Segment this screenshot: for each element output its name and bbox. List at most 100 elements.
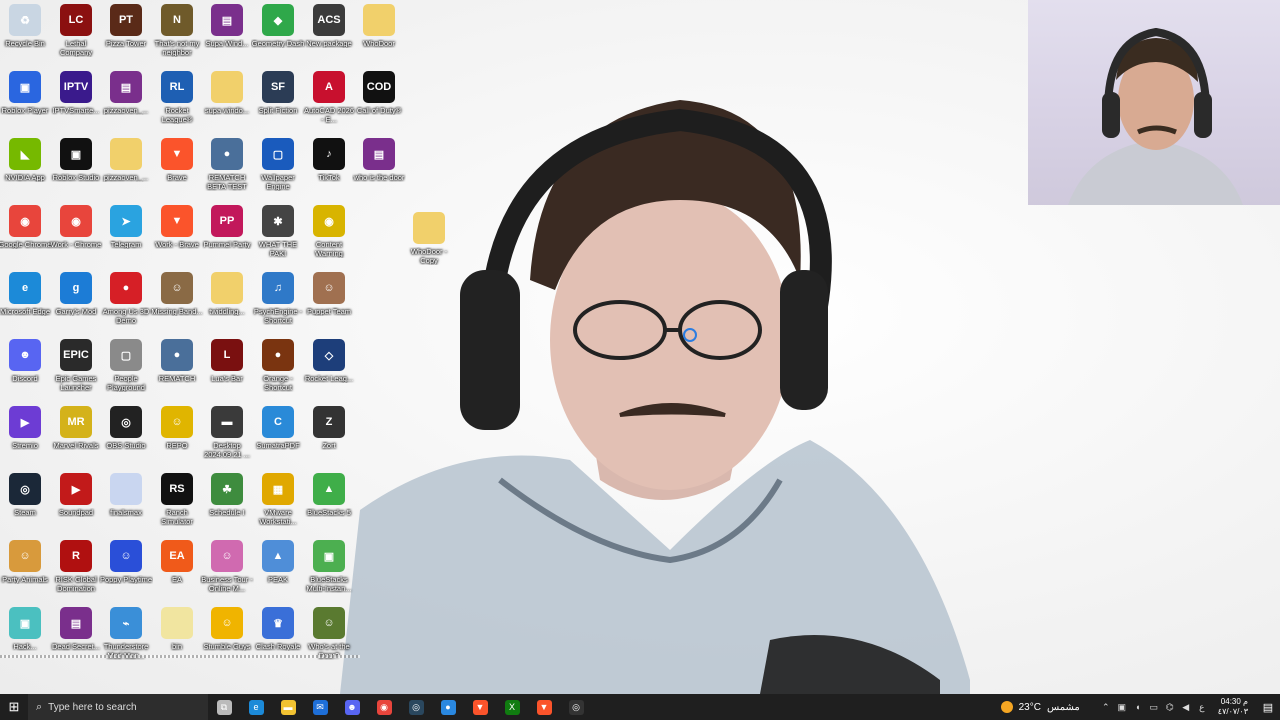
desktop-icon[interactable]: bin: [152, 605, 202, 671]
desktop-icon[interactable]: Z Zort: [304, 404, 354, 470]
desktop-icon[interactable]: ▲ BlueStacks 5: [304, 471, 354, 537]
game-icon: ☺: [211, 540, 243, 572]
desktop-icon[interactable]: twiddling...: [202, 270, 252, 336]
desktop-icon[interactable]: ☺Who's at the Door?: [304, 605, 354, 671]
desktop-icon[interactable]: ⌁Thunderstore Mod Man...: [101, 605, 151, 671]
desktop-icon[interactable]: ➤ Telegram: [101, 203, 151, 269]
taskbar-file-explorer-button[interactable]: ▬: [272, 694, 304, 720]
desktop-icon[interactable]: ▣ Roblox Studio: [51, 136, 101, 202]
desktop-icon[interactable]: MR Marvel Rivals: [51, 404, 101, 470]
start-button[interactable]: ⊞: [0, 694, 28, 720]
desktop-icon[interactable]: N That's not my neighbor: [152, 2, 202, 68]
desktop-icon[interactable]: ♛ Clash Royale: [253, 605, 303, 671]
desktop-icon[interactable]: ▣ Hack...: [0, 605, 50, 671]
desktop-icon[interactable]: ▼ Work - Brave: [152, 203, 202, 269]
desktop-icon[interactable]: ☻ Discord: [0, 337, 50, 403]
desktop-icon[interactable]: ▤ pizzaoven_...: [101, 69, 151, 135]
desktop-icon[interactable]: ▲ PEAK: [253, 538, 303, 604]
desktop-icon[interactable]: R RISK Global Domination: [51, 538, 101, 604]
desktop-icon[interactable]: ☺ Missing Band...: [151, 270, 203, 336]
desktop-icon[interactable]: ● Orange - Shortcut: [253, 337, 303, 403]
desktop-icon[interactable]: ▬ Desktop 2024.09.21 ...: [202, 404, 252, 470]
taskbar-search-box[interactable]: ⌕ Type here to search: [28, 694, 208, 720]
desktop-icon[interactable]: ☺ REPO: [152, 404, 202, 470]
desktop-icon[interactable]: ☺ Business Tour - Online M...: [201, 538, 253, 604]
desktop-icon[interactable]: finalsmax: [101, 471, 151, 537]
desktop-icon[interactable]: ♫ PsychEngine - Shortcut: [253, 270, 303, 336]
taskbar-task-view-button[interactable]: ⧉: [208, 694, 240, 720]
desktop-icon[interactable]: L Lua's Bar: [202, 337, 252, 403]
desktop-icon[interactable]: ☺ Poppy Playtime: [100, 538, 152, 604]
desktop-icon[interactable]: ▢ People Playground: [101, 337, 151, 403]
desktop-icon-label: Puppet Team: [306, 307, 352, 316]
taskbar-chrome-button[interactable]: ◉: [368, 694, 400, 720]
desktop-icon[interactable]: ● REMATCH: [152, 337, 202, 403]
desktop-icon[interactable]: ☺ Party Animals: [0, 538, 50, 604]
desktop-icon[interactable]: COD Call of Duty®: [354, 69, 404, 135]
desktop-icon[interactable]: ● Among Us 3D Demo: [101, 270, 151, 336]
desktop-icon[interactable]: ▣ Roblox Player: [0, 69, 50, 135]
camera-icon[interactable]: ▣: [1114, 702, 1130, 713]
taskbar-brave-work-button[interactable]: ▼: [528, 694, 560, 720]
clock[interactable]: 04:30 م ٤٧/٠٧/٠٣: [1218, 697, 1248, 717]
desktop-icon[interactable]: ▦ VMware Workstati...: [253, 471, 303, 537]
volume-icon[interactable]: ◀: [1178, 702, 1194, 713]
desktop-icon[interactable]: ◉ Content Warning: [304, 203, 354, 269]
desktop-icon[interactable]: ◉ Google Chrome: [0, 203, 51, 269]
desktop-icon[interactable]: supa windo...: [202, 69, 252, 135]
desktop-icon[interactable]: ◉ Work - Chrome: [51, 203, 101, 269]
taskbar-obs-button[interactable]: ◎: [560, 694, 592, 720]
taskbar-xbox-button[interactable]: X: [496, 694, 528, 720]
desktop-icon[interactable]: A AutoCAD 2026 - E...: [304, 69, 354, 135]
desktop-icon[interactable]: RS Ranch Simulator: [152, 471, 202, 537]
desktop-icon[interactable]: ☺ Stumble Guys: [202, 605, 252, 671]
microphone-icon[interactable]: ◖: [1130, 702, 1146, 712]
desktop-icon[interactable]: ▶ Soundpad: [51, 471, 101, 537]
desktop-icon[interactable]: ▼ Brave: [152, 136, 202, 202]
desktop-icon[interactable]: ◇ Rocket Leag...: [304, 337, 354, 403]
language-indicator[interactable]: ع: [1194, 702, 1210, 713]
desktop-icon[interactable]: ▤ Dead Secret...: [51, 605, 101, 671]
taskbar-discord-button[interactable]: ☻: [336, 694, 368, 720]
desktop-icon[interactable]: ◎ Steam: [0, 471, 50, 537]
desktop-icon[interactable]: ▢ Wallpaper Engine: [253, 136, 303, 202]
chevron-up-icon[interactable]: ⌃: [1098, 702, 1114, 713]
desktop-icon[interactable]: ☺ Puppet Team: [304, 270, 354, 336]
display-icon[interactable]: ▭: [1146, 702, 1162, 713]
desktop-icon[interactable]: PP Pummel Party: [202, 203, 252, 269]
desktop-icon[interactable]: ▤ who is the door: [354, 136, 404, 202]
desktop-icon[interactable]: ▶ Stremio: [0, 404, 50, 470]
desktop-icon[interactable]: ✱ WHAT THE PAKI: [253, 203, 303, 269]
desktop-icon[interactable]: PT Pizza Tower: [101, 2, 151, 68]
taskbar-app-button[interactable]: ●: [432, 694, 464, 720]
desktop-icon[interactable]: IPTV IPTVSmarte...: [51, 69, 101, 135]
taskbar-steam-button[interactable]: ◎: [400, 694, 432, 720]
desktop-icon[interactable]: ◆ Geometry Dash: [252, 2, 304, 68]
desktop-icon[interactable]: ▤ Supa Wind...: [202, 2, 252, 68]
desktop-icon[interactable]: ♻ Recycle Bin: [0, 2, 50, 68]
network-icon[interactable]: ⌬: [1162, 702, 1178, 713]
desktop-icon[interactable]: C SumatraPDF: [253, 404, 303, 470]
desktop-icon[interactable]: g Garry's Mod: [51, 270, 101, 336]
desktop-icon[interactable]: EPIC Epic Games Launcher: [51, 337, 101, 403]
desktop-icon[interactable]: ♪ TikTok: [304, 136, 354, 202]
desktop-icon[interactable]: ◎ OBS Studio: [101, 404, 151, 470]
taskbar-brave-button[interactable]: ▼: [464, 694, 496, 720]
desktop-icon[interactable]: ACS New package: [304, 2, 354, 68]
notification-icon[interactable]: ▤: [1256, 701, 1280, 714]
weather-widget[interactable]: 23°C مشمس: [1000, 701, 1080, 713]
desktop-icon[interactable]: EA EA: [152, 538, 202, 604]
taskbar-outlook-button[interactable]: ✉: [304, 694, 336, 720]
desktop-icon[interactable]: WhoDoor: [354, 2, 404, 68]
desktop-icon[interactable]: ● REMATCH BETA TEST: [202, 136, 252, 202]
desktop-icon[interactable]: SF Split Fiction: [253, 69, 303, 135]
desktop-icon[interactable]: ▣ BlueStacks Multi-Instan...: [304, 538, 354, 604]
desktop-icon[interactable]: ☘ Schedule I: [202, 471, 252, 537]
desktop-icon[interactable]: RL Rocket League®: [152, 69, 202, 135]
taskbar-edge-button[interactable]: e: [240, 694, 272, 720]
desktop-icon[interactable]: LC Lethal Company: [51, 2, 101, 68]
desktop-icon[interactable]: e Microsoft Edge: [0, 270, 50, 336]
desktop-icon-whodoor-copy[interactable]: WhoDoor - Copy: [404, 210, 454, 276]
desktop-icon[interactable]: ◣ NVIDIA App: [0, 136, 50, 202]
desktop-icon[interactable]: pizzaoven_...: [101, 136, 151, 202]
